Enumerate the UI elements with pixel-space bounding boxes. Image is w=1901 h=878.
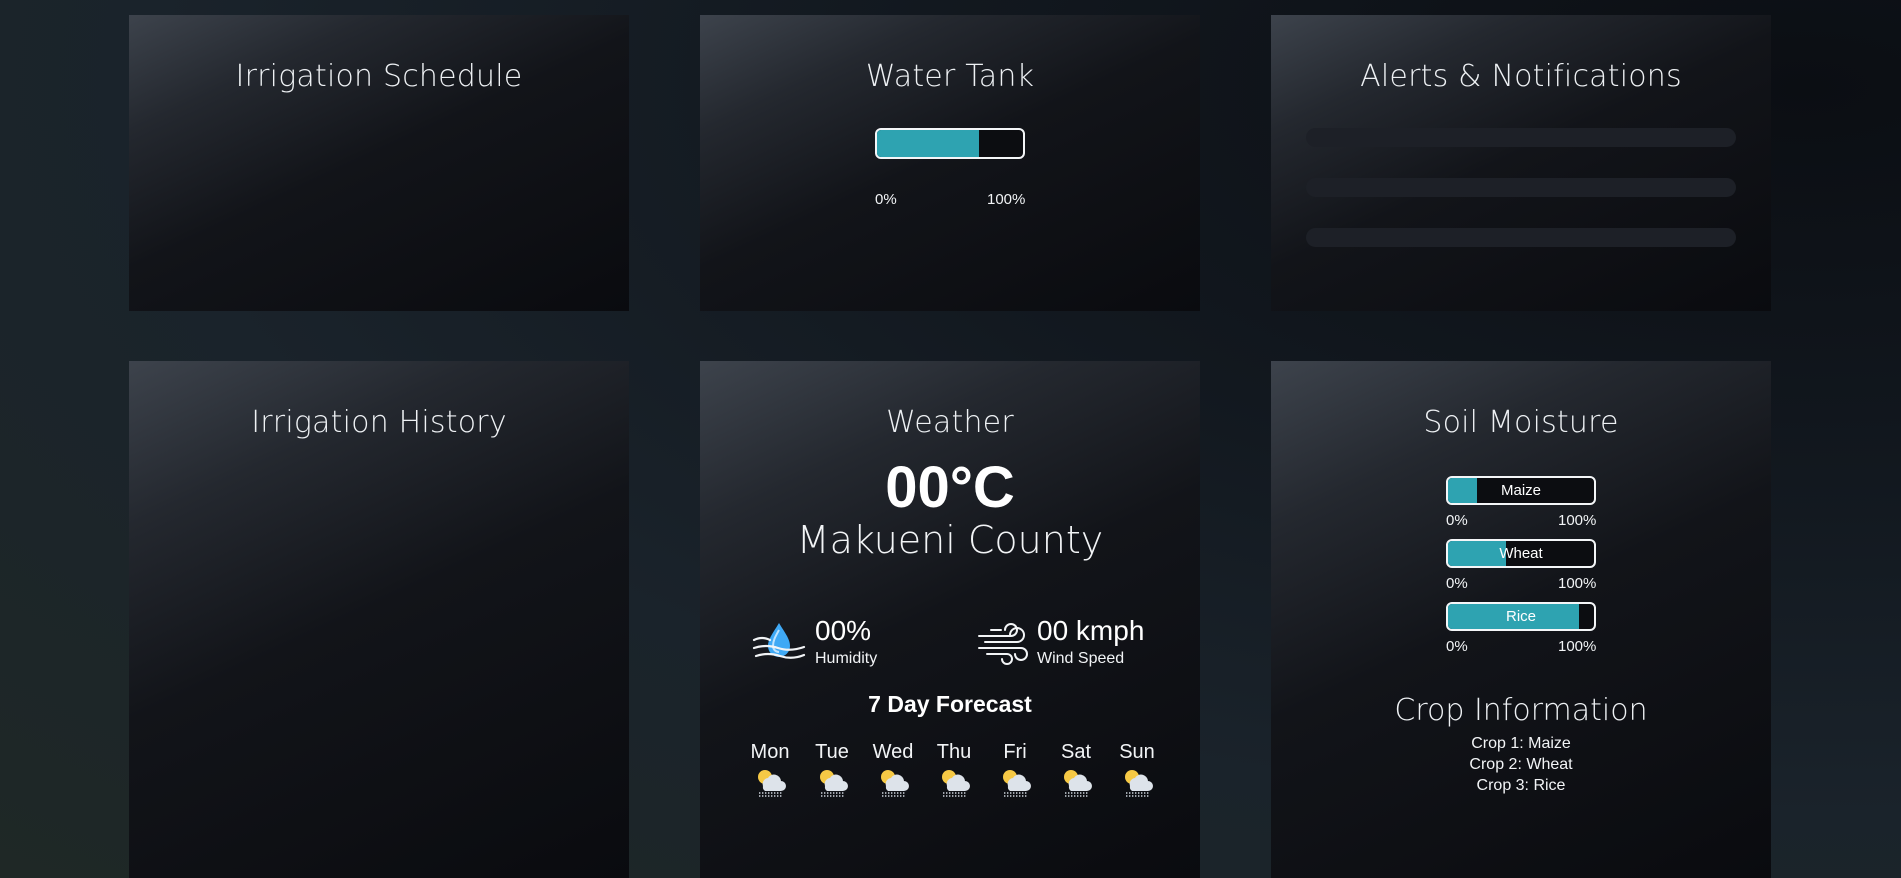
soil-scale-max: 100% [1558, 512, 1597, 529]
water-tank-scale-max: 100% [987, 191, 1026, 208]
forecast-day: Fri [985, 741, 1045, 803]
forecast-day-name: Wed [872, 741, 914, 763]
temperature-value: 00°C [885, 455, 1015, 520]
soil-moisture-bar-wheat: Wheat [1446, 539, 1596, 568]
crop-information-title: Crop Information [1394, 693, 1648, 728]
soil-scale-max: 100% [1558, 575, 1597, 592]
crop-info-line: Crop 1: Maize [1471, 735, 1571, 752]
forecast-day: Tue [802, 741, 862, 803]
water-tank-scale-min: 0% [875, 191, 897, 208]
soil-moisture-bar-maize: Maize [1446, 476, 1596, 505]
soil-moisture-bar-label: Rice [1505, 608, 1536, 625]
weather-title: Weather [886, 405, 1014, 440]
soil-moisture-title: Soil Moisture [1423, 405, 1619, 440]
alerts-notifications-title: Alerts & Notifications [1360, 59, 1682, 94]
partly-cloudy-rain-icon [802, 766, 862, 803]
soil-scale-min: 0% [1446, 638, 1468, 655]
water-tank-card: Water Tank 0% 100% [700, 15, 1200, 311]
alert-placeholder [1306, 178, 1736, 197]
soil-scale-min: 0% [1446, 575, 1468, 592]
water-tank-title: Water Tank [865, 59, 1035, 94]
forecast-day-name: Tue [815, 741, 849, 763]
partly-cloudy-rain-icon [740, 766, 800, 803]
humidity-value: 00% [815, 615, 872, 646]
alert-placeholder [1306, 228, 1736, 247]
irrigation-history-title: Irrigation History [251, 405, 507, 440]
forecast-day: Sat [1046, 741, 1106, 803]
soil-moisture-bar-label: Maize [1500, 482, 1541, 499]
partly-cloudy-rain-icon [924, 766, 984, 803]
forecast-day: Thu [924, 741, 984, 803]
humidity-icon [752, 620, 806, 669]
forecast-day-name: Thu [936, 741, 972, 763]
crop-info-line: Crop 3: Rice [1476, 777, 1566, 794]
weather-card: Weather 00°C Makueni County 00% Humidity [700, 361, 1200, 878]
soil-moisture-card: Soil Moisture Maize 0% 100% Wheat 0% 100… [1271, 361, 1771, 878]
soil-moisture-bar-rice: Rice [1446, 602, 1596, 631]
forecast-day-name: Sat [1060, 741, 1092, 763]
alerts-notifications-card: Alerts & Notifications [1271, 15, 1771, 311]
forecast-day-name: Sun [1119, 741, 1155, 763]
partly-cloudy-rain-icon [1107, 766, 1167, 803]
soil-moisture-bar-label: Wheat [1499, 545, 1543, 562]
humidity-label: Humidity [815, 650, 878, 667]
partly-cloudy-rain-icon [985, 766, 1045, 803]
alert-placeholder [1306, 128, 1736, 147]
irrigation-schedule-title: Irrigation Schedule [235, 59, 523, 94]
wind-speed-value: 00 kmph [1037, 615, 1145, 646]
partly-cloudy-rain-icon [1046, 766, 1106, 803]
water-tank-level-fill [877, 130, 980, 157]
crop-info-line: Crop 2: Wheat [1469, 756, 1573, 773]
partly-cloudy-rain-icon [863, 766, 923, 803]
forecast-day: Sun [1107, 741, 1167, 803]
forecast-day: Mon [740, 741, 800, 803]
forecast-day: Wed [863, 741, 923, 803]
soil-scale-max: 100% [1558, 638, 1597, 655]
wind-speed-label: Wind Speed [1037, 650, 1125, 667]
irrigation-schedule-card: Irrigation Schedule [129, 15, 629, 311]
wind-icon [977, 618, 1031, 671]
soil-scale-min: 0% [1446, 512, 1468, 529]
forecast-day-name: Mon [750, 741, 790, 763]
forecast-day-name: Fri [1003, 741, 1027, 763]
water-tank-level-bar [875, 128, 1025, 159]
location-name: Makueni County [796, 518, 1104, 562]
forecast-title: 7 Day Forecast [868, 691, 1032, 717]
wind-speed-stat: 00 kmph Wind Speed [977, 616, 1144, 668]
irrigation-history-card: Irrigation History [129, 361, 629, 878]
humidity-stat: 00% Humidity [752, 616, 877, 668]
